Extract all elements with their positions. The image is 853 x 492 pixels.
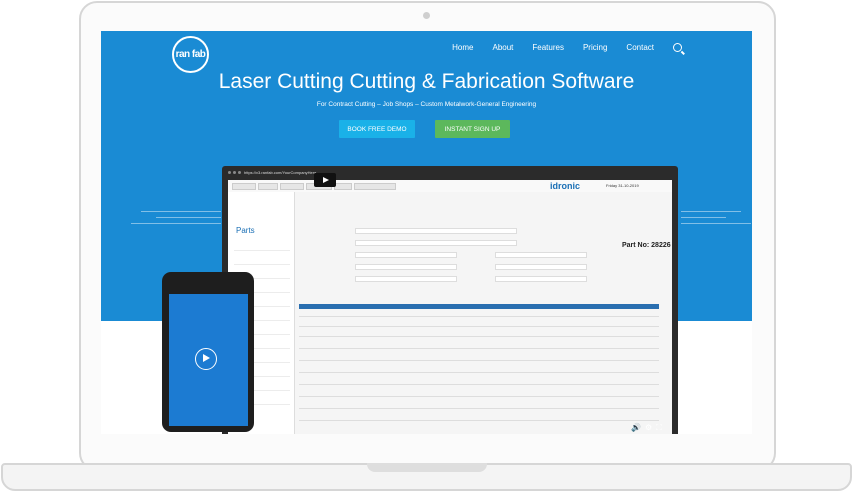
- form-field: [355, 240, 517, 246]
- toolbar-button: [258, 183, 278, 190]
- table-row: [299, 420, 659, 421]
- table-row: [299, 348, 659, 349]
- decor-line: [681, 223, 751, 224]
- nav-home[interactable]: Home: [452, 43, 473, 52]
- part-detail-panel: Part No: 28226: [295, 192, 672, 434]
- hero-title: Laser Cutting Cutting & Fabrication Soft…: [218, 70, 635, 93]
- video-monitor[interactable]: https://v3.ranfab.com/YourCompanyHere id…: [222, 166, 678, 434]
- instant-signup-button[interactable]: INSTANT SIGN UP: [435, 120, 510, 138]
- decor-line: [681, 217, 726, 218]
- toolbar-button: [232, 183, 256, 190]
- volume-icon[interactable]: 🔊: [631, 423, 641, 433]
- nav-features[interactable]: Features: [532, 43, 564, 52]
- table-row: [299, 326, 659, 327]
- nav-contact[interactable]: Contact: [626, 43, 654, 52]
- table-row: [299, 316, 659, 317]
- decor-line: [681, 211, 741, 212]
- book-demo-button[interactable]: BOOK FREE DEMO: [339, 120, 415, 138]
- form-field: [495, 264, 587, 270]
- part-number: Part No: 28226: [622, 242, 671, 249]
- ranfab-logo[interactable]: ran fab: [172, 36, 209, 73]
- main-nav: Home About Features Pricing Contact: [452, 43, 682, 52]
- sidebar-row: [234, 250, 290, 251]
- phone-play-icon[interactable]: [195, 348, 217, 370]
- table-row: [299, 396, 659, 397]
- video-controls: 🔊 ⚙ ⛶: [631, 423, 662, 433]
- sidebar-title: Parts: [236, 226, 255, 235]
- laptop-base-notch: [367, 463, 487, 472]
- search-icon[interactable]: [673, 43, 682, 52]
- app-date: Friday 31-10-2019: [606, 183, 639, 188]
- decor-line: [141, 211, 221, 212]
- video-play-button[interactable]: [314, 173, 336, 187]
- hero-subtitle: For Contract Cutting – Job Shops – Custo…: [316, 101, 537, 108]
- sidebar-row: [234, 264, 290, 265]
- decor-line: [156, 217, 221, 218]
- toolbar-button: [280, 183, 304, 190]
- form-field: [355, 252, 457, 258]
- nav-about[interactable]: About: [492, 43, 513, 52]
- toolbar-button: [354, 183, 396, 190]
- table-row: [299, 372, 659, 373]
- form-field: [355, 276, 457, 282]
- settings-icon[interactable]: ⚙: [645, 423, 652, 433]
- section-header-bar: [299, 304, 659, 309]
- table-row: [299, 408, 659, 409]
- app-screenshot: idronic Friday 31-10-2019 Parts Part No:…: [228, 180, 672, 434]
- table-row: [299, 384, 659, 385]
- decor-line: [131, 223, 221, 224]
- camera-dot: [423, 12, 430, 19]
- form-field: [355, 228, 517, 234]
- form-field: [495, 276, 587, 282]
- table-row: [299, 336, 659, 337]
- form-field: [355, 264, 457, 270]
- browser-url-bar: https://v3.ranfab.com/YourCompanyHere: [244, 170, 317, 175]
- app-brand-logo: idronic: [550, 181, 581, 191]
- form-field: [495, 252, 587, 258]
- toolbar-button: [334, 183, 352, 190]
- fullscreen-icon[interactable]: ⛶: [656, 423, 662, 433]
- table-row: [299, 360, 659, 361]
- nav-pricing[interactable]: Pricing: [583, 43, 607, 52]
